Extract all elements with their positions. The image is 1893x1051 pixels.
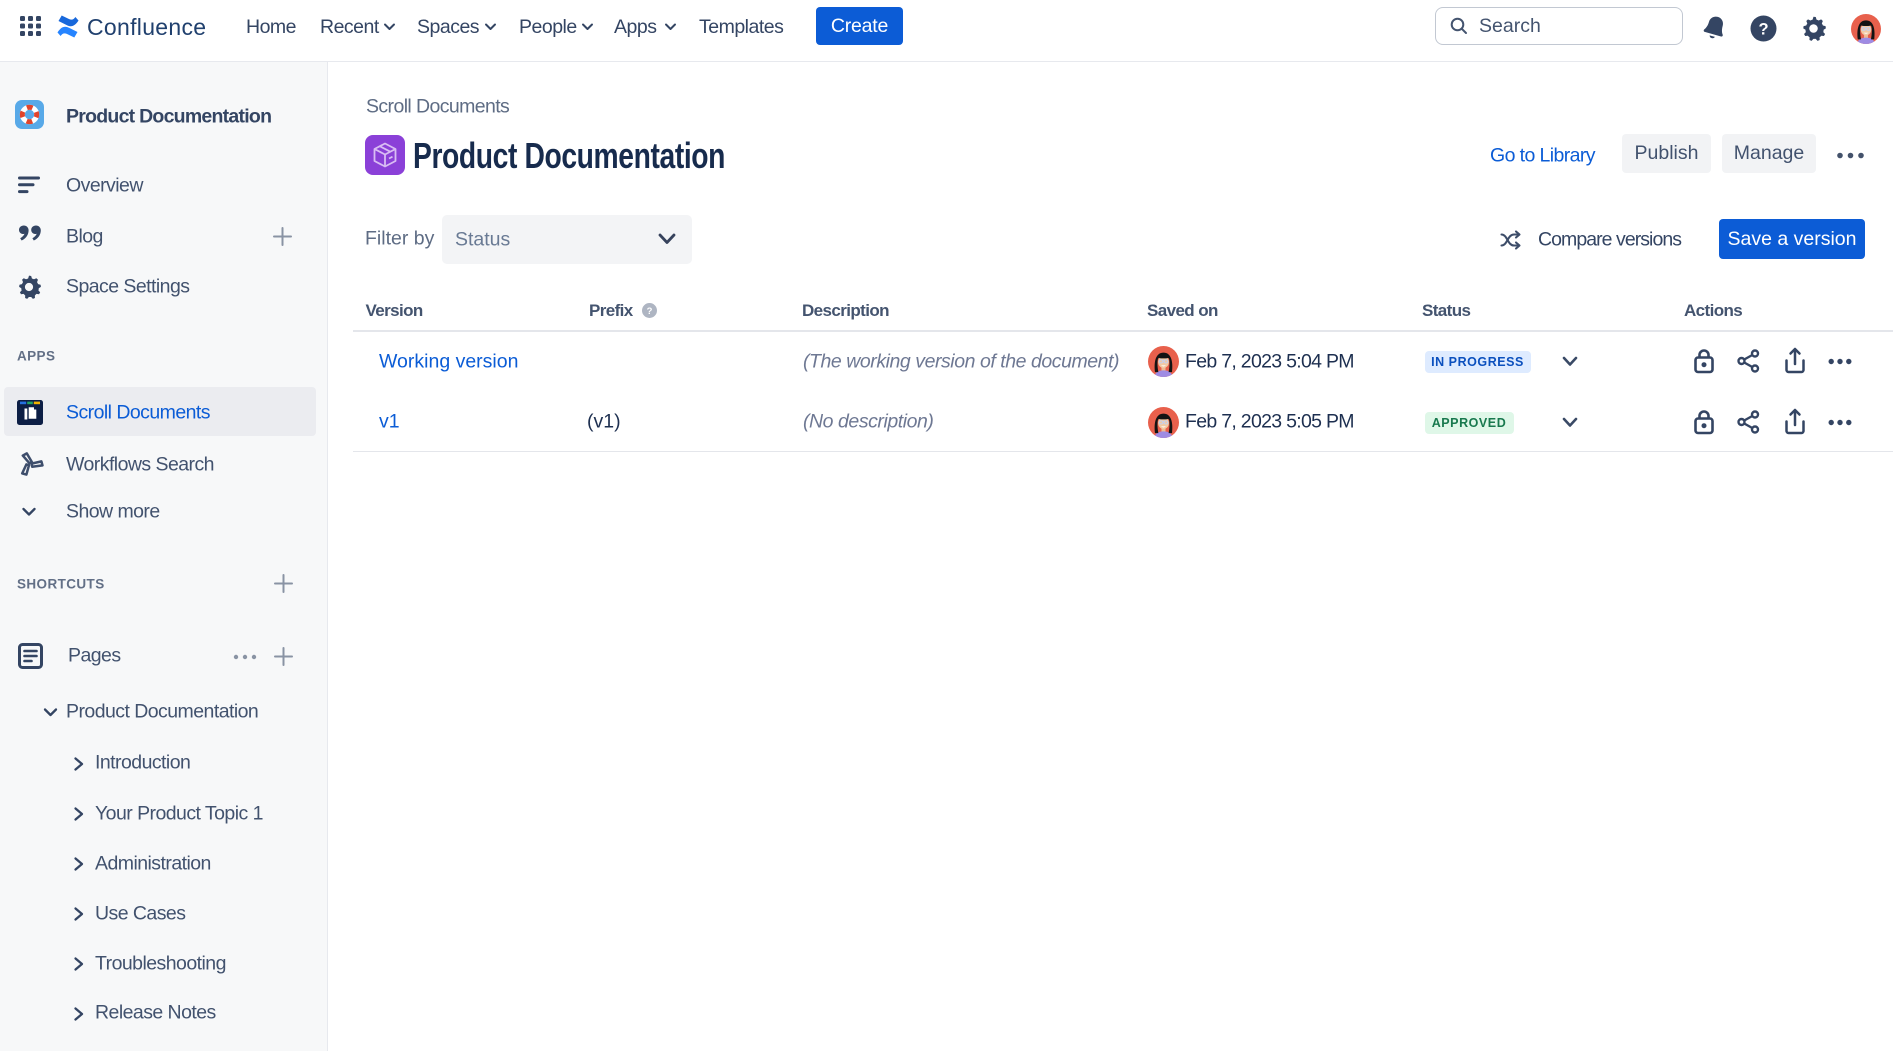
svg-text:?: ?	[1758, 21, 1768, 39]
svg-text:?: ?	[647, 306, 653, 317]
